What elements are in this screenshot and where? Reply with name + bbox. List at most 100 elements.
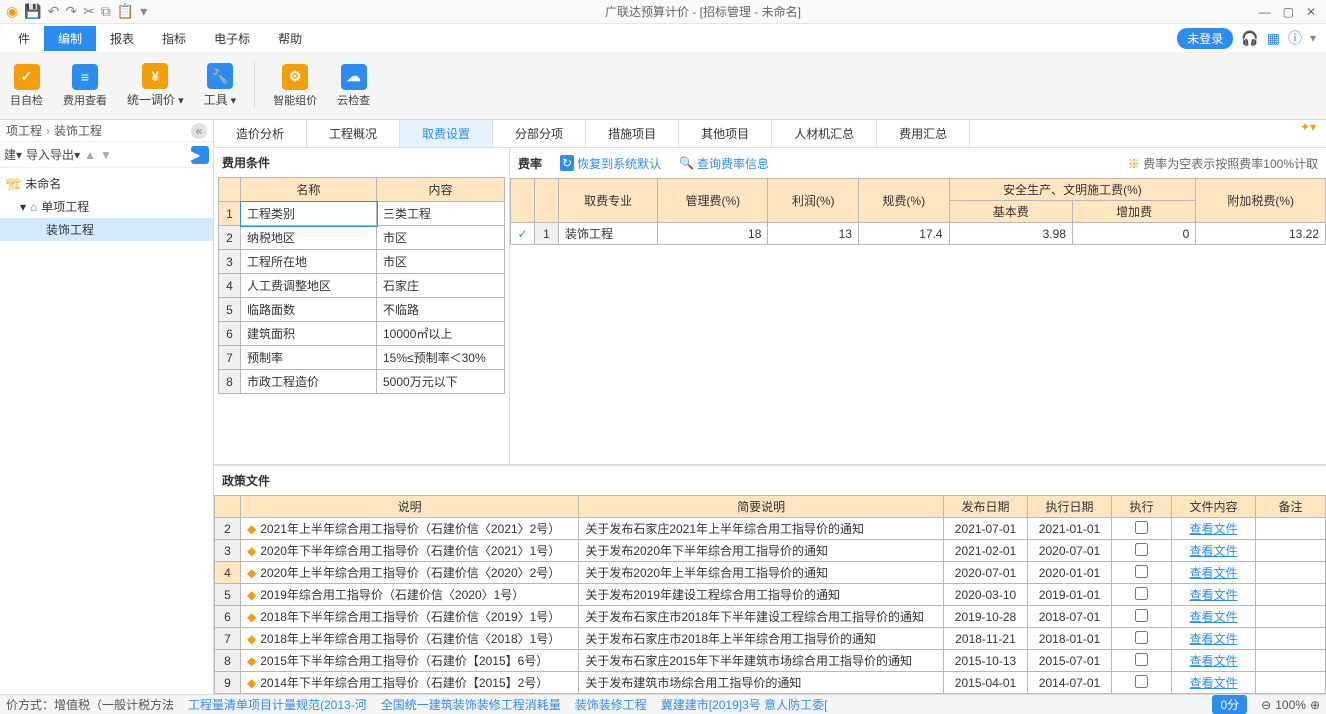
crumb-current: 装饰工程: [54, 122, 102, 139]
redo-icon[interactable]: ↷: [65, 3, 77, 20]
tab-fee-summary[interactable]: 费用汇总: [877, 120, 970, 147]
view-file-link[interactable]: 查看文件: [1189, 522, 1237, 536]
ribbon-tools[interactable]: 🔧工具 ▾: [194, 56, 247, 115]
fee-condition-title: 费用条件: [214, 148, 509, 177]
menu-index[interactable]: 指标: [148, 26, 200, 51]
login-button[interactable]: 未登录: [1177, 28, 1233, 49]
col-desc: 说明: [241, 496, 579, 518]
status-national[interactable]: 全国统一建筑装饰装修工程消耗量: [381, 696, 561, 713]
table-row[interactable]: 6◆2018年下半年综合用工指导价（石建价信〈2019〉1号）关于发布石家庄市2…: [215, 606, 1326, 628]
collapse-icon[interactable]: «: [191, 123, 207, 139]
move-up-icon[interactable]: ▲: [84, 148, 96, 162]
view-file-link[interactable]: 查看文件: [1189, 632, 1237, 646]
rate-row-check[interactable]: ✓: [511, 223, 535, 245]
menu-bar: 件 编制 报表 指标 电子标 帮助 未登录 🎧 ▦ ⓘ ▾: [0, 24, 1326, 52]
ribbon-unify-price[interactable]: ¥统一调价 ▾: [117, 56, 194, 115]
zoom-in-icon[interactable]: ⊕: [1310, 698, 1320, 712]
cut-icon[interactable]: ✂: [83, 3, 95, 20]
breadcrumb: 项工程 › 装饰工程 «: [0, 120, 213, 142]
menu-help[interactable]: 帮助: [264, 26, 316, 51]
content-tabs: 造价分析 工程概况 取费设置 分部分项 措施项目 其他项目 人材机汇总 费用汇总…: [214, 120, 1326, 148]
copy-icon[interactable]: ⧉: [101, 3, 111, 20]
apps-icon[interactable]: ▦: [1267, 30, 1280, 47]
status-spec[interactable]: 工程量清单项目计量规范(2013-河: [188, 696, 367, 713]
execute-checkbox[interactable]: [1135, 675, 1148, 688]
table-row[interactable]: 5◆2019年综合用工指导价（石建价信〈2020〉1号）关于发布2019年建设工…: [215, 584, 1326, 606]
tree-root[interactable]: 🏗未命名: [0, 172, 213, 195]
menu-report[interactable]: 报表: [96, 26, 148, 51]
menu-compile[interactable]: 编制: [44, 26, 96, 51]
crumb-root[interactable]: 项工程: [6, 122, 42, 139]
col-content: 内容: [377, 178, 505, 202]
query-rate-link[interactable]: 🔍查询费率信息: [679, 155, 769, 172]
undo-icon[interactable]: ↶: [48, 3, 60, 20]
tab-labor-summary[interactable]: 人材机汇总: [772, 120, 877, 147]
reset-default-link[interactable]: ↻恢复到系统默认: [560, 155, 661, 172]
col-safe: 安全生产、文明施工费(%): [949, 179, 1196, 201]
col-exe: 执行: [1112, 496, 1172, 518]
fee-condition-table: 名称内容 1工程类别三类工程 2纳税地区市区 3工程所在地市区 4人工费调整地区…: [218, 177, 505, 394]
tree-item-decoration[interactable]: 装饰工程: [0, 218, 213, 241]
new-button[interactable]: 建 ▾: [4, 146, 22, 163]
execute-checkbox[interactable]: [1135, 587, 1148, 600]
col-pub: 发布日期: [944, 496, 1028, 518]
view-file-link[interactable]: 查看文件: [1189, 566, 1237, 580]
tab-fee-setting[interactable]: 取费设置: [400, 120, 493, 147]
project-toolbar: 建 ▾ 导入导出 ▾ ▲ ▼ ▶: [0, 142, 213, 168]
ribbon-fee-view[interactable]: ≡费用查看: [53, 56, 117, 115]
folder-icon: 🏗: [6, 177, 21, 191]
tab-project-overview[interactable]: 工程概况: [307, 120, 400, 147]
execute-checkbox[interactable]: [1135, 521, 1148, 534]
execute-checkbox[interactable]: [1135, 653, 1148, 666]
tab-price-analysis[interactable]: 造价分析: [214, 120, 307, 147]
view-file-link[interactable]: 查看文件: [1189, 588, 1237, 602]
status-doc[interactable]: 冀建建市[2019]3号 意人防工委[: [661, 696, 828, 713]
import-export-button[interactable]: 导入导出 ▾: [26, 146, 80, 163]
status-deco[interactable]: 装饰装修工程: [575, 696, 647, 713]
menu-dropdown-icon[interactable]: ▾: [1310, 31, 1316, 45]
view-file-link[interactable]: 查看文件: [1189, 610, 1237, 624]
view-file-link[interactable]: 查看文件: [1189, 654, 1237, 668]
menu-ebid[interactable]: 电子标: [200, 26, 264, 51]
refresh-icon: ↻: [560, 155, 574, 171]
table-row[interactable]: 2◆2021年上半年综合用工指导价（石建价信〈2021〉2号）关于发布石家庄20…: [215, 518, 1326, 540]
execute-checkbox[interactable]: [1135, 631, 1148, 644]
run-icon[interactable]: ▶: [191, 146, 209, 164]
close-icon[interactable]: ✕: [1306, 5, 1316, 19]
search-icon: 🔍: [679, 156, 694, 170]
zoom-out-icon[interactable]: ⊖: [1261, 698, 1271, 712]
info-icon[interactable]: ⓘ: [1288, 28, 1302, 48]
paste-icon[interactable]: 📋: [117, 3, 134, 20]
minimize-icon[interactable]: —: [1259, 5, 1271, 19]
execute-checkbox[interactable]: [1135, 565, 1148, 578]
menu-file[interactable]: 件: [4, 26, 44, 51]
tab-subsection[interactable]: 分部分项: [493, 120, 586, 147]
tab-measure[interactable]: 措施项目: [586, 120, 679, 147]
col-name: 名称: [241, 178, 377, 202]
qat-dropdown-icon[interactable]: ▾: [140, 3, 147, 20]
ribbon-cloud-check[interactable]: ☁云检查: [327, 56, 380, 115]
expand-icon[interactable]: ▾: [20, 200, 26, 214]
ribbon-self-check[interactable]: ✓目自检: [0, 56, 53, 115]
view-file-link[interactable]: 查看文件: [1189, 676, 1237, 690]
view-file-link[interactable]: 查看文件: [1189, 544, 1237, 558]
table-row[interactable]: 7◆2018年上半年综合用工指导价（石建价信〈2018〉1号）关于发布石家庄市2…: [215, 628, 1326, 650]
tree-item-single[interactable]: ▾⌂单项工程: [0, 195, 213, 218]
bullet-icon: ◆: [247, 522, 256, 536]
table-row[interactable]: 9◆2014年下半年综合用工指导价（石建价【2015】2号）关于发布建筑市场综合…: [215, 672, 1326, 694]
table-row[interactable]: 4◆2020年上半年综合用工指导价（石建价信〈2020〉2号）关于发布2020年…: [215, 562, 1326, 584]
ribbon-smart-price[interactable]: ⚙智能组价: [263, 56, 327, 115]
table-row[interactable]: 8◆2015年下半年综合用工指导价（石建价【2015】6号）关于发布石家庄201…: [215, 650, 1326, 672]
tab-other[interactable]: 其他项目: [679, 120, 772, 147]
maximize-icon[interactable]: ▢: [1283, 5, 1294, 19]
headset-icon[interactable]: 🎧: [1241, 30, 1258, 47]
move-down-icon[interactable]: ▼: [100, 148, 112, 162]
col-add: 增加费: [1072, 201, 1195, 223]
table-row[interactable]: 3◆2020年下半年综合用工指导价（石建价信〈2021〉1号）关于发布2020年…: [215, 540, 1326, 562]
gear-icon[interactable]: ✦▾: [1290, 120, 1326, 147]
execute-checkbox[interactable]: [1135, 543, 1148, 556]
execute-checkbox[interactable]: [1135, 609, 1148, 622]
status-time: 0分: [1212, 695, 1247, 714]
save-icon[interactable]: 💾: [24, 3, 41, 20]
bullet-icon: ◆: [247, 654, 256, 668]
